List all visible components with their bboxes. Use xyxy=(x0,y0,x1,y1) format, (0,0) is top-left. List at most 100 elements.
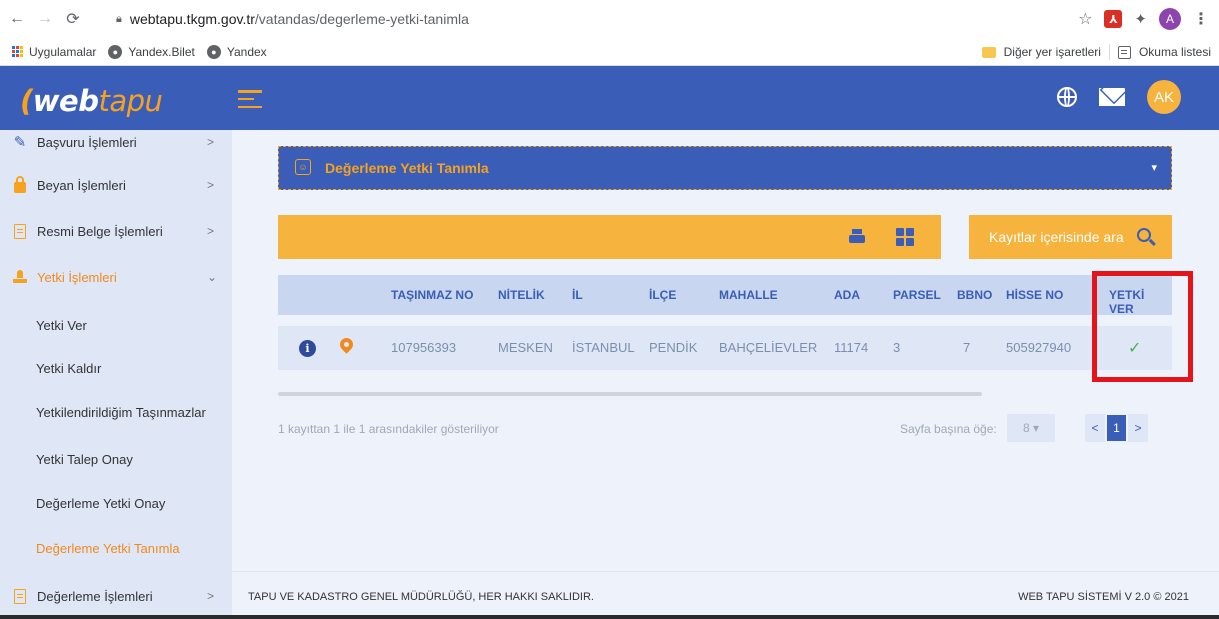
bookmark-label: Yandex xyxy=(226,44,267,59)
horizontal-scrollbar[interactable] xyxy=(278,392,982,396)
pen-icon: ✎ xyxy=(13,134,27,151)
chevron-down-icon: ⌄ xyxy=(207,270,218,284)
prev-page-button[interactable]: < xyxy=(1085,414,1105,442)
extensions-puzzle-icon[interactable]: ✦ xyxy=(1134,10,1147,28)
taskbar-strip xyxy=(0,615,1219,619)
document-icon xyxy=(12,588,28,604)
language-globe-icon[interactable] xyxy=(1057,87,1077,107)
sidebar-subitem-yetki-kaldir[interactable]: Yetki Kaldır xyxy=(36,361,101,376)
column-header[interactable]: PARSEL xyxy=(893,288,941,302)
sidebar-item-yetki[interactable]: Yetki İşlemleri ⌄ xyxy=(0,262,232,292)
column-header[interactable]: MAHALLE xyxy=(719,288,778,302)
app-header: (webtapu AK xyxy=(0,66,1219,130)
print-icon[interactable] xyxy=(849,229,865,245)
address-bar[interactable]: 🔒︎ webtapu.tkgm.gov.tr/vatandas/degerlem… xyxy=(116,5,1041,33)
bookmark-apps[interactable]: Uygulamalar xyxy=(12,45,96,59)
column-header[interactable]: BBNO xyxy=(957,288,992,302)
main-content: ☺ Değerleme Yetki Tanımla ▾ Kayıtlar içe… xyxy=(232,130,1219,571)
chevron-right-icon: > xyxy=(207,224,215,238)
sidebar-item-basvuru[interactable]: ✎ Başvuru İşlemleri > xyxy=(0,127,232,157)
cell-ada: 11174 xyxy=(834,340,869,355)
sidebar-subitem-yetki-ver[interactable]: Yetki Ver xyxy=(36,318,87,333)
cell-tasinmaz-no: 107956393 xyxy=(391,340,457,355)
url-path: /vatandas/degerleme-yetki-tanimla xyxy=(254,11,469,27)
sidebar-item-degerleme[interactable]: Değerleme İşlemleri > xyxy=(0,581,232,611)
cell-nitelik: MESKEN xyxy=(498,340,553,355)
column-header[interactable]: HİSSE NO xyxy=(1006,288,1063,302)
sidebar-subitem-yetkilendirildigim[interactable]: Yetkilendirildiğim Taşınmazlar xyxy=(36,405,206,420)
browser-toolbar: ← → ⟳ 🔒︎ webtapu.tkgm.gov.tr/vatandas/de… xyxy=(0,0,1219,38)
footer-version: WEB TAPU SİSTEMİ V 2.0 © 2021 xyxy=(1018,591,1189,603)
footer: TAPU VE KADASTRO GENEL MÜDÜRLÜĞÜ, HER HA… xyxy=(232,571,1219,619)
info-icon[interactable]: i xyxy=(299,340,316,357)
sidebar-subitem-yetki-talep-onay[interactable]: Yetki Talep Onay xyxy=(36,452,133,467)
chevron-right-icon: > xyxy=(207,589,215,603)
per-page-select[interactable]: 8 ▾ xyxy=(1007,414,1055,442)
next-page-button[interactable]: > xyxy=(1128,414,1148,442)
panel-header[interactable]: ☺ Değerleme Yetki Tanımla ▾ xyxy=(278,146,1172,190)
reading-list-icon xyxy=(1117,45,1131,59)
mail-icon[interactable] xyxy=(1099,88,1125,106)
cell-mahalle: BAHÇELİEVLER xyxy=(719,340,818,355)
other-bookmarks[interactable]: Diğer yer işaretleri xyxy=(1004,45,1101,59)
sidebar-item-label: Yetki İşlemleri xyxy=(37,269,117,285)
reload-icon[interactable]: ⟳ xyxy=(62,8,84,30)
search-records-button[interactable]: Kayıtlar içerisinde ara xyxy=(969,215,1172,259)
back-icon[interactable]: ← xyxy=(6,8,28,30)
stamp-icon xyxy=(12,269,28,285)
cell-ilce: PENDİK xyxy=(649,340,698,355)
sidebar-item-resmi-belge[interactable]: Resmi Belge İşlemleri > xyxy=(0,216,232,246)
chevron-right-icon: > xyxy=(207,178,215,192)
profile-avatar[interactable]: A xyxy=(1159,8,1181,30)
hamburger-menu-icon[interactable] xyxy=(238,90,262,108)
pagination-info: 1 kayıttan 1 ile 1 arasındakiler gösteri… xyxy=(278,422,499,436)
forward-icon[interactable]: → xyxy=(34,8,56,30)
sidebar-item-label: Başvuru İşlemleri xyxy=(37,134,137,150)
sidebar: ✎ Başvuru İşlemleri > Beyan İşlemleri > … xyxy=(0,130,232,619)
map-pin-icon[interactable] xyxy=(337,335,356,354)
column-header[interactable]: İL xyxy=(572,288,583,302)
grid-view-icon[interactable] xyxy=(896,228,914,246)
search-records-label: Kayıtlar içerisinde ara xyxy=(989,229,1124,245)
table-row: i 107956393 MESKEN İSTANBUL PENDİK BAHÇE… xyxy=(278,326,1172,370)
cell-parsel: 3 xyxy=(893,340,901,355)
chevron-down-icon[interactable]: ▾ xyxy=(1151,161,1157,174)
bookmark-star-icon[interactable]: ☆ xyxy=(1078,9,1092,29)
webtapu-logo[interactable]: (webtapu xyxy=(20,84,163,118)
page-number-button[interactable]: 1 xyxy=(1107,415,1126,441)
pdf-extension-icon[interactable]: ⅄ xyxy=(1104,10,1123,28)
highlight-box xyxy=(1092,271,1193,382)
site-globe-icon: ● xyxy=(206,44,221,59)
apps-grid-icon xyxy=(12,46,23,57)
cell-bbno: 7 xyxy=(963,340,971,355)
sidebar-item-beyan[interactable]: Beyan İşlemleri > xyxy=(0,170,232,200)
column-header[interactable]: NİTELİK xyxy=(498,288,545,302)
cell-hisse-no: 505927940 xyxy=(1006,340,1072,355)
reading-list[interactable]: Okuma listesi xyxy=(1139,45,1211,59)
browser-menu-icon[interactable]: ⋮ xyxy=(1193,9,1209,29)
logo-tapu: tapu xyxy=(98,84,163,118)
bookmarks-bar: Uygulamalar ● Yandex.Bilet ● Yandex Diğe… xyxy=(0,38,1219,66)
user-avatar[interactable]: AK xyxy=(1147,80,1181,114)
site-globe-icon: ● xyxy=(108,44,123,59)
lock-icon: 🔒︎ xyxy=(116,12,122,25)
folder-icon xyxy=(981,46,996,58)
smiley-icon: ☺ xyxy=(295,159,311,175)
search-icon xyxy=(1137,228,1151,242)
chevron-right-icon: > xyxy=(207,135,215,149)
lock-icon xyxy=(12,175,28,193)
sidebar-subitem-degerleme-yetki-onay[interactable]: Değerleme Yetki Onay xyxy=(36,496,165,511)
sidebar-subitem-degerleme-yetki-tanimla[interactable]: Değerleme Yetki Tanımla xyxy=(36,541,180,556)
table-toolbar xyxy=(278,215,941,259)
logo-web: web xyxy=(32,84,99,118)
table-header: TAŞINMAZ NO NİTELİK İL İLÇE MAHALLE ADA … xyxy=(278,275,1172,316)
sidebar-item-label: Beyan İşlemleri xyxy=(37,177,126,193)
url-host: webtapu.tkgm.gov.tr xyxy=(129,11,255,27)
bookmark-yandex[interactable]: ● Yandex xyxy=(206,44,267,59)
column-header[interactable]: ADA xyxy=(834,288,860,302)
bookmark-yandex-bilet[interactable]: ● Yandex.Bilet xyxy=(108,44,195,59)
column-header[interactable]: TAŞINMAZ NO xyxy=(391,288,473,302)
panel-title: Değerleme Yetki Tanımla xyxy=(325,160,489,176)
column-header[interactable]: İLÇE xyxy=(649,288,676,302)
bookmark-label: Uygulamalar xyxy=(29,44,97,59)
